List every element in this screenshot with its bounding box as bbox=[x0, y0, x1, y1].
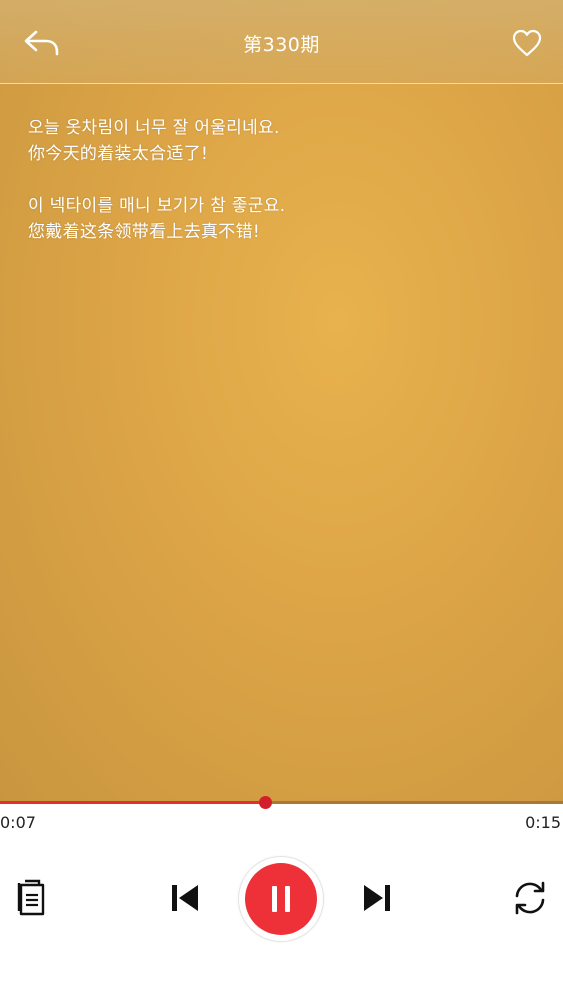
progress-fill bbox=[0, 801, 265, 804]
lyric-item: 이 넥타이를 매니 보기가 참 좋군요. 您戴着这条领带看上去真不错! bbox=[28, 193, 285, 245]
favorite-button[interactable] bbox=[511, 28, 543, 58]
heart-outline-icon bbox=[512, 29, 542, 57]
page-title: 第330期 bbox=[243, 34, 320, 56]
playlist-button[interactable] bbox=[16, 878, 48, 918]
previous-button[interactable] bbox=[170, 882, 200, 914]
pause-button[interactable] bbox=[245, 863, 317, 935]
current-time: 0:07 bbox=[0, 813, 36, 832]
repeat-icon bbox=[515, 881, 545, 915]
lyric-item: 오늘 옷차림이 너무 잘 어울리네요. 你今天的着装太合适了! bbox=[28, 115, 285, 167]
progress-thumb[interactable] bbox=[258, 796, 272, 809]
skip-next-icon bbox=[364, 885, 390, 911]
repeat-button[interactable] bbox=[510, 878, 550, 918]
next-button[interactable] bbox=[362, 882, 392, 914]
pause-icon bbox=[272, 886, 290, 912]
lyric-chinese: 您戴着这条领带看上去真不错! bbox=[28, 222, 261, 242]
skip-previous-icon bbox=[172, 885, 198, 911]
document-list-icon bbox=[17, 879, 45, 916]
progress-bar[interactable] bbox=[0, 796, 563, 809]
lyric-korean: 이 넥타이를 매니 보기가 참 좋군요. bbox=[28, 196, 286, 216]
total-time: 0:15 bbox=[525, 813, 561, 832]
top-bar: 第330期 bbox=[0, 0, 563, 84]
lyrics-panel: 오늘 옷차림이 너무 잘 어울리네요. 你今天的着装太合适了! 이 넥타이를 매… bbox=[28, 115, 285, 271]
lyric-korean: 오늘 옷차림이 너무 잘 어울리네요. bbox=[28, 118, 280, 138]
lyric-chinese: 你今天的着装太合适了! bbox=[28, 144, 209, 164]
